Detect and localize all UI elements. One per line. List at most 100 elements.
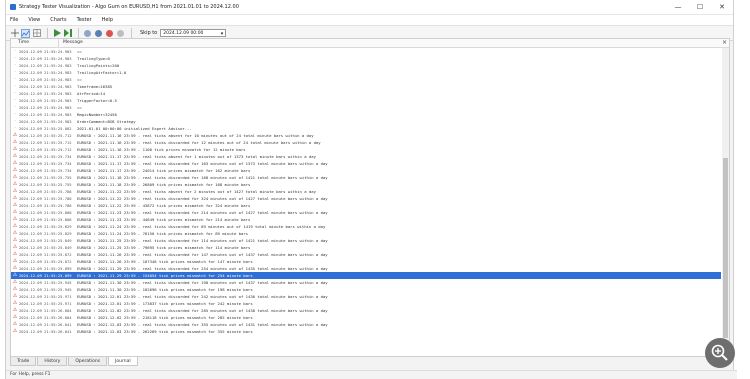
- journal-row[interactable]: ⚠ 2024.12.09 21:55:25.872 EURUSD : 2021.11…: [11, 251, 721, 258]
- chevron-down-icon[interactable]: ▾: [221, 30, 224, 38]
- journal-row[interactable]: ⚠ 2024.12.09 21:55:26.004 EURUSD : 2021.12…: [11, 314, 721, 321]
- tab-operations[interactable]: Operations: [68, 357, 108, 366]
- row-message: EURUSD : 2021.11.16 23:59 - real ticks d…: [77, 140, 321, 145]
- menu-charts[interactable]: Charts: [50, 17, 66, 23]
- journal-row[interactable]: ⚠ 2024.12.09 21:55:25.712 EURUSD : 2021.11…: [11, 146, 721, 153]
- warning-icon: ⚠: [12, 202, 18, 208]
- journal-row[interactable]: ⚠ 2024.12.09 21:55:25.899 EURUSD : 2021.11…: [11, 265, 721, 272]
- minimize-button[interactable]: —: [667, 0, 689, 14]
- vertical-scrollbar[interactable]: [722, 48, 729, 348]
- tab-history[interactable]: History: [37, 357, 68, 366]
- journal-row[interactable]: ⚠ 2024.12.09 21:55:25.849 EURUSD : 2021.11…: [11, 237, 721, 244]
- row-time: 2024.12.09 21:55:25.971: [19, 301, 72, 306]
- journal-row[interactable]: · 2024.12.09 21:55:24.983 TriggerFactor=0.…: [11, 97, 721, 104]
- journal-row[interactable]: · 2024.12.09 21:55:24.983 AtrPeriod=14: [11, 90, 721, 97]
- journal-row[interactable]: ⚠ 2024.12.09 21:55:25.808 EURUSD : 2021.11…: [11, 209, 721, 216]
- row-time: 2024.12.09 21:55:25.849: [19, 245, 72, 250]
- journal-row[interactable]: ⚠ 2024.12.09 21:55:25.788 EURUSD : 2021.11…: [11, 202, 721, 209]
- row-time: 2024.12.09 21:55:25.788: [19, 189, 72, 194]
- journal-row[interactable]: ⚠ 2024.12.09 21:55:26.004 EURUSD : 2021.12…: [11, 307, 721, 314]
- title-bar[interactable]: Strategy Tester Visualization - Algo Gum…: [6, 0, 733, 15]
- record-icon[interactable]: [116, 29, 125, 38]
- row-message: EURUSD : 2021.11.17 23:59 - real ticks d…: [77, 161, 328, 166]
- fast-speed-icon[interactable]: [94, 29, 103, 38]
- maximize-button[interactable]: ☐: [689, 0, 711, 14]
- screen: Strategy Tester Visualization - Algo Gum…: [0, 0, 750, 379]
- journal-row[interactable]: ⚠ 2024.12.09 21:55:26.041 EURUSD : 2021.12…: [11, 328, 721, 335]
- grid-icon[interactable]: [32, 29, 41, 38]
- journal-row[interactable]: ⚠ 2024.12.09 21:55:25.712 EURUSD : 2021.11…: [11, 132, 721, 139]
- journal-row[interactable]: ⚠ 2024.12.09 21:55:25.788 EURUSD : 2021.11…: [11, 195, 721, 202]
- info-dot-icon: ·: [14, 62, 16, 68]
- journal-panel: Time Message × · 2024.12.09 21:55:24.983 =…: [10, 38, 730, 357]
- close-button[interactable]: ✕: [711, 0, 733, 14]
- journal-row[interactable]: · 2024.12.09 21:55:24.983 TrailingType=0: [11, 55, 721, 62]
- journal-row[interactable]: · 2024.12.09 21:55:24.983 Timeframe=16385: [11, 83, 721, 90]
- slow-speed-icon[interactable]: [83, 29, 92, 38]
- journal-row[interactable]: ⚠ 2024.12.09 21:55:25.829 EURUSD : 2021.11…: [11, 223, 721, 230]
- journal-row[interactable]: ⚠ 2024.12.09 21:55:25.734 EURUSD : 2021.11…: [11, 153, 721, 160]
- stop-icon[interactable]: [105, 29, 114, 38]
- journal-row[interactable]: · 2024.12.09 21:55:24.983 TrailingPoints=2…: [11, 62, 721, 69]
- crosshair-icon[interactable]: [10, 29, 19, 38]
- menu-help[interactable]: Help: [102, 17, 113, 23]
- row-message: EURUSD : 2021.12.03 23:59 - 262269 tick …: [77, 329, 253, 334]
- row-message: AtrPeriod=14: [77, 91, 106, 96]
- row-time: 2024.12.09 21:55:25.788: [19, 196, 72, 201]
- journal-row[interactable]: · 2024.12.09 21:55:24.983 ==: [11, 76, 721, 83]
- journal-row[interactable]: ⚠ 2024.12.09 21:55:26.041 EURUSD : 2021.12…: [11, 321, 721, 328]
- row-time: 2024.12.09 21:55:26.004: [19, 308, 72, 313]
- row-time: 2024.12.09 21:55:25.899: [19, 266, 72, 271]
- journal-row[interactable]: ⚠ 2024.12.09 21:55:25.734 EURUSD : 2021.11…: [11, 167, 721, 174]
- journal-row[interactable]: · 2024.12.09 21:55:24.983 ==: [11, 48, 721, 55]
- scrollbar-thumb[interactable]: [723, 158, 728, 338]
- zoom-in-icon[interactable]: [705, 338, 735, 368]
- row-message: Timeframe=16385: [77, 84, 113, 89]
- journal-row[interactable]: ⚠ 2024.12.09 21:55:25.971 EURUSD : 2021.12…: [11, 300, 721, 307]
- journal-row[interactable]: ⚠ 2024.12.09 21:55:25.808 EURUSD : 2021.11…: [11, 216, 721, 223]
- info-dot-icon: ·: [14, 55, 16, 61]
- row-time: 2024.12.09 21:55:25.734: [19, 161, 72, 166]
- journal-row[interactable]: ⚠ 2024.12.09 21:55:25.971 EURUSD : 2021.12…: [11, 293, 721, 300]
- journal-row[interactable]: · 2024.12.09 21:55:25.002 2021.01.01 00:00…: [11, 125, 721, 132]
- journal-row[interactable]: ⚠ 2024.12.09 21:55:25.849 EURUSD : 2021.11…: [11, 244, 721, 251]
- menu-tester[interactable]: Tester: [77, 17, 92, 23]
- journal-row[interactable]: ⚠ 2024.12.09 21:55:25.712 EURUSD : 2021.11…: [11, 139, 721, 146]
- row-time: 2024.12.09 21:55:24.983: [19, 105, 72, 110]
- menu-file[interactable]: File: [10, 17, 18, 23]
- column-time-header[interactable]: Time: [11, 39, 59, 47]
- row-message: TrailingPoints=200: [77, 63, 120, 68]
- tab-trade[interactable]: Trade: [10, 357, 37, 366]
- journal-row[interactable]: · 2024.12.09 21:55:24.983 OrderComment=BSB…: [11, 118, 721, 125]
- warning-icon: ⚠: [12, 251, 18, 257]
- journal-row[interactable]: ⚠ 2024.12.09 21:55:25.734 EURUSD : 2021.11…: [11, 160, 721, 167]
- row-message: MagicNumber=32456: [77, 112, 117, 117]
- warning-icon: ⚠: [12, 181, 18, 187]
- journal-row[interactable]: ⚠ 2024.12.09 21:55:25.755 EURUSD : 2021.11…: [11, 181, 721, 188]
- column-message-header[interactable]: Message: [59, 39, 729, 47]
- row-time: 2024.12.09 21:55:24.983: [19, 63, 72, 68]
- row-time: 2024.12.09 21:55:24.983: [19, 112, 72, 117]
- play-icon[interactable]: [52, 29, 61, 38]
- close-panel-icon[interactable]: ×: [722, 39, 727, 46]
- row-message: EURUSD : 2021.11.25 23:59 - real ticks d…: [77, 238, 328, 243]
- journal-row[interactable]: ⚠ 2024.12.09 21:55:25.829 EURUSD : 2021.11…: [11, 230, 721, 237]
- skip-to-datetime-input[interactable]: 2024.12.09 00:00 ▾: [160, 29, 227, 38]
- journal-row[interactable]: ⚠ 2024.12.09 21:55:25.945 EURUSD : 2021.11…: [11, 279, 721, 286]
- warning-icon: ⚠: [12, 307, 18, 313]
- journal-row[interactable]: ⚠ 2024.12.09 21:55:25.755 EURUSD : 2021.11…: [11, 174, 721, 181]
- journal-row[interactable]: ⚠ 2024.12.09 21:55:25.788 EURUSD : 2021.11…: [11, 188, 721, 195]
- journal-row[interactable]: ⚠ 2024.12.09 21:55:25.899 EURUSD : 2021.11…: [11, 272, 721, 279]
- window-controls: — ☐ ✕: [667, 0, 733, 14]
- step-icon[interactable]: [63, 29, 72, 38]
- journal-row[interactable]: ⚠ 2024.12.09 21:55:25.945 EURUSD : 2021.11…: [11, 286, 721, 293]
- journal-row[interactable]: ⚠ 2024.12.09 21:55:25.872 EURUSD : 2021.11…: [11, 258, 721, 265]
- row-message: EURUSD : 2021.11.29 23:59 - 154054 tick …: [77, 273, 253, 278]
- chart-icon[interactable]: [21, 28, 30, 38]
- tab-journal[interactable]: Journal: [108, 357, 138, 366]
- journal-row[interactable]: · 2024.12.09 21:55:24.983 TrailingAtrFacto…: [11, 69, 721, 76]
- journal-row[interactable]: · 2024.12.09 21:55:24.983 MagicNumber=3245…: [11, 111, 721, 118]
- journal-row[interactable]: · 2024.12.09 21:55:24.983 ==: [11, 104, 721, 111]
- row-message: ==: [77, 77, 82, 82]
- menu-view[interactable]: View: [28, 17, 40, 23]
